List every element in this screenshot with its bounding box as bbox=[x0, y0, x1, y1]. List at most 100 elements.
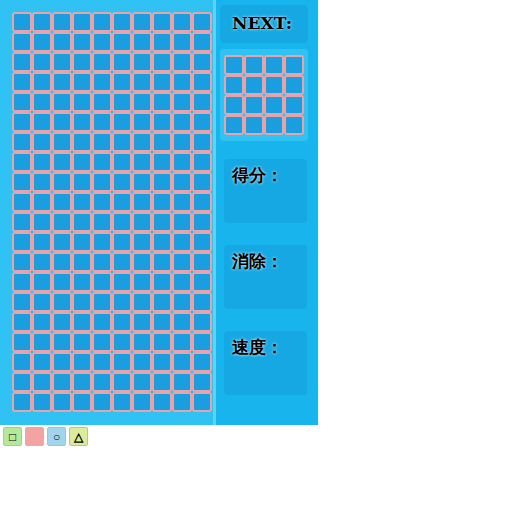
cell bbox=[152, 72, 172, 92]
cell bbox=[52, 352, 72, 372]
cell bbox=[172, 272, 192, 292]
cell bbox=[112, 172, 132, 192]
cell bbox=[72, 272, 92, 292]
cell bbox=[284, 75, 304, 95]
cell bbox=[112, 52, 132, 72]
cell bbox=[32, 272, 52, 292]
cell bbox=[192, 372, 212, 392]
cell bbox=[112, 132, 132, 152]
cell bbox=[244, 95, 264, 115]
cell bbox=[12, 212, 32, 232]
shape-button-label: ○ bbox=[53, 431, 60, 443]
cell bbox=[52, 232, 72, 252]
cell bbox=[112, 252, 132, 272]
cell bbox=[92, 192, 112, 212]
cell bbox=[284, 95, 304, 115]
cell bbox=[172, 112, 192, 132]
cell bbox=[132, 52, 152, 72]
cell bbox=[32, 72, 52, 92]
cell bbox=[92, 172, 112, 192]
cell bbox=[112, 332, 132, 352]
cell bbox=[132, 392, 152, 412]
cell bbox=[132, 212, 152, 232]
board-panel bbox=[0, 0, 216, 425]
cell bbox=[12, 252, 32, 272]
cell bbox=[92, 272, 112, 292]
cell bbox=[92, 92, 112, 112]
cell bbox=[264, 75, 284, 95]
cell bbox=[244, 55, 264, 75]
cell bbox=[52, 312, 72, 332]
cell bbox=[52, 32, 72, 52]
cell bbox=[172, 72, 192, 92]
cell bbox=[32, 372, 52, 392]
cell bbox=[12, 372, 32, 392]
shape-button-label: □ bbox=[9, 431, 16, 443]
cell bbox=[112, 392, 132, 412]
cell bbox=[72, 312, 92, 332]
cell bbox=[92, 292, 112, 312]
cell bbox=[152, 232, 172, 252]
cell bbox=[52, 272, 72, 292]
cell bbox=[264, 55, 284, 75]
cell bbox=[92, 252, 112, 272]
cell bbox=[32, 52, 52, 72]
cell bbox=[52, 172, 72, 192]
cell bbox=[112, 372, 132, 392]
cell bbox=[32, 312, 52, 332]
cell bbox=[52, 372, 72, 392]
cell bbox=[132, 12, 152, 32]
cell bbox=[112, 92, 132, 112]
cell bbox=[72, 192, 92, 212]
cell bbox=[32, 12, 52, 32]
cell bbox=[72, 172, 92, 192]
cell bbox=[92, 312, 112, 332]
cell bbox=[92, 72, 112, 92]
button-row: □ ○ △ bbox=[0, 427, 512, 446]
cell bbox=[192, 192, 212, 212]
cell bbox=[52, 52, 72, 72]
cell bbox=[172, 92, 192, 112]
cell bbox=[132, 92, 152, 112]
cell bbox=[152, 92, 172, 112]
stat-box: 速度： bbox=[224, 331, 307, 395]
cell bbox=[224, 55, 244, 75]
cell bbox=[244, 75, 264, 95]
cell bbox=[172, 292, 192, 312]
cell bbox=[172, 152, 192, 172]
cell bbox=[132, 132, 152, 152]
cell bbox=[12, 332, 32, 352]
cell bbox=[12, 292, 32, 312]
cell bbox=[72, 392, 92, 412]
cell bbox=[112, 292, 132, 312]
cell bbox=[32, 232, 52, 252]
cell bbox=[92, 52, 112, 72]
shape-button[interactable]: ○ bbox=[47, 427, 66, 446]
cell bbox=[172, 212, 192, 232]
cell bbox=[172, 312, 192, 332]
cell bbox=[32, 32, 52, 52]
shape-button[interactable]: △ bbox=[69, 427, 88, 446]
cell bbox=[152, 12, 172, 32]
cell bbox=[152, 392, 172, 412]
shape-button[interactable] bbox=[25, 427, 44, 446]
cell bbox=[152, 132, 172, 152]
cell bbox=[92, 112, 112, 132]
shape-button[interactable]: □ bbox=[3, 427, 22, 446]
cell bbox=[172, 372, 192, 392]
cell bbox=[152, 172, 172, 192]
cell bbox=[264, 115, 284, 135]
cell bbox=[72, 112, 92, 132]
cell bbox=[12, 112, 32, 132]
cell bbox=[52, 92, 72, 112]
cell bbox=[284, 115, 304, 135]
cell bbox=[72, 292, 92, 312]
cell bbox=[152, 272, 172, 292]
cell bbox=[72, 132, 92, 152]
cell bbox=[132, 72, 152, 92]
cell bbox=[132, 192, 152, 212]
cell bbox=[132, 32, 152, 52]
cell bbox=[244, 115, 264, 135]
cell bbox=[152, 332, 172, 352]
cell bbox=[152, 372, 172, 392]
